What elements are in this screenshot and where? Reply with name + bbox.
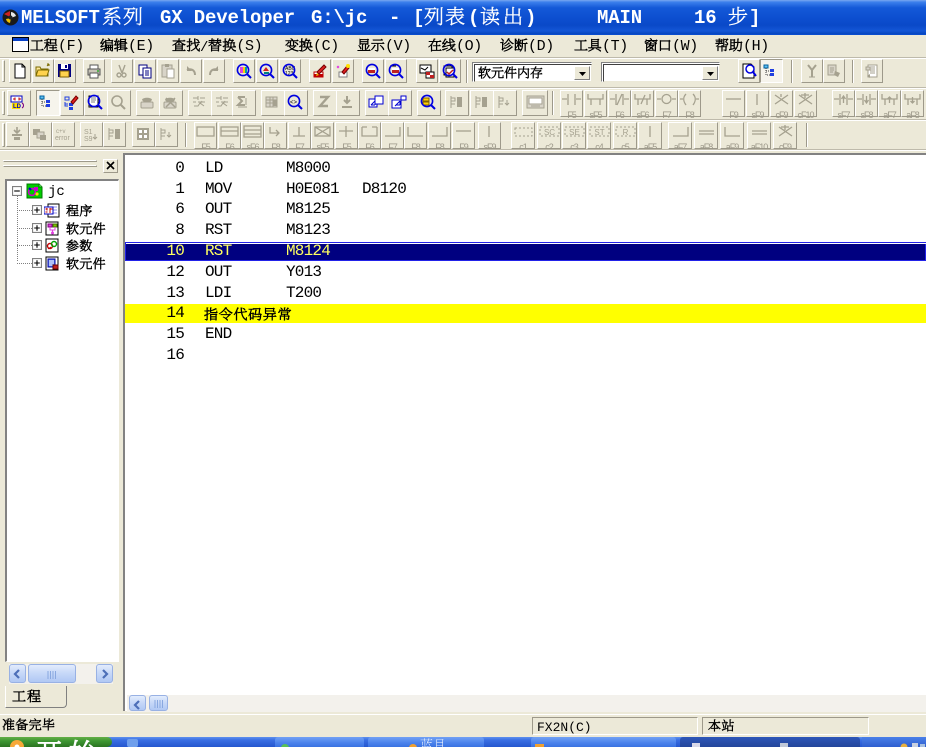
- svg-text:ST: ST: [594, 128, 604, 137]
- svg-text:error: error: [55, 135, 70, 142]
- svg-text:R: R: [622, 128, 628, 137]
- svg-text:LD: LD: [13, 104, 22, 110]
- svg-text:S9: S9: [84, 136, 93, 142]
- svg-text:S1: S1: [84, 129, 93, 136]
- svg-text:SC: SC: [543, 128, 554, 137]
- svg-text:SE: SE: [569, 128, 580, 137]
